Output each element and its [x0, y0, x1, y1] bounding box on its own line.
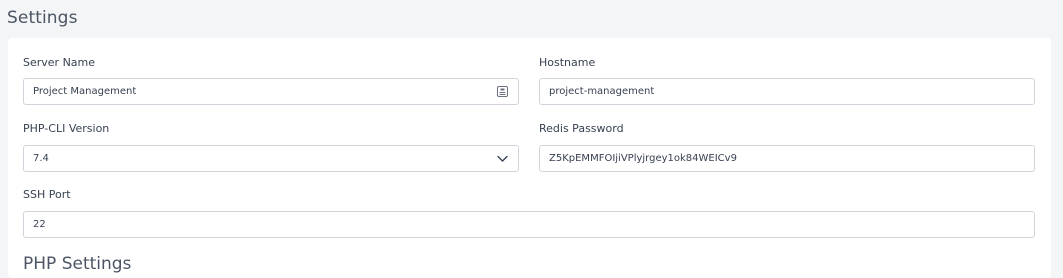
hostname-label: Hostname	[539, 56, 596, 69]
hostname-input[interactable]	[549, 86, 1034, 97]
php-cli-version-value: 7.4	[33, 153, 49, 164]
ssh-port-input[interactable]	[33, 219, 1034, 230]
redis-password-field[interactable]	[539, 145, 1035, 172]
php-cli-version-select[interactable]: 7.4	[23, 145, 519, 172]
ssh-port-field[interactable]	[23, 211, 1035, 238]
ssh-port-label: SSH Port	[23, 188, 71, 201]
php-settings-heading: PHP Settings	[23, 254, 132, 274]
id-card-icon[interactable]	[497, 86, 508, 97]
php-cli-version-label: PHP-CLI Version	[23, 122, 110, 135]
redis-password-input[interactable]	[549, 153, 1034, 164]
page-title: Settings	[7, 8, 78, 28]
server-name-input[interactable]	[33, 86, 518, 97]
hostname-field[interactable]	[539, 78, 1035, 105]
server-name-field[interactable]	[23, 78, 519, 105]
redis-password-label: Redis Password	[539, 122, 624, 135]
server-name-label: Server Name	[23, 56, 96, 69]
chevron-down-icon[interactable]	[497, 155, 508, 163]
settings-card: Server Name Hostname PHP-CLI Version 7.4…	[8, 38, 1051, 278]
